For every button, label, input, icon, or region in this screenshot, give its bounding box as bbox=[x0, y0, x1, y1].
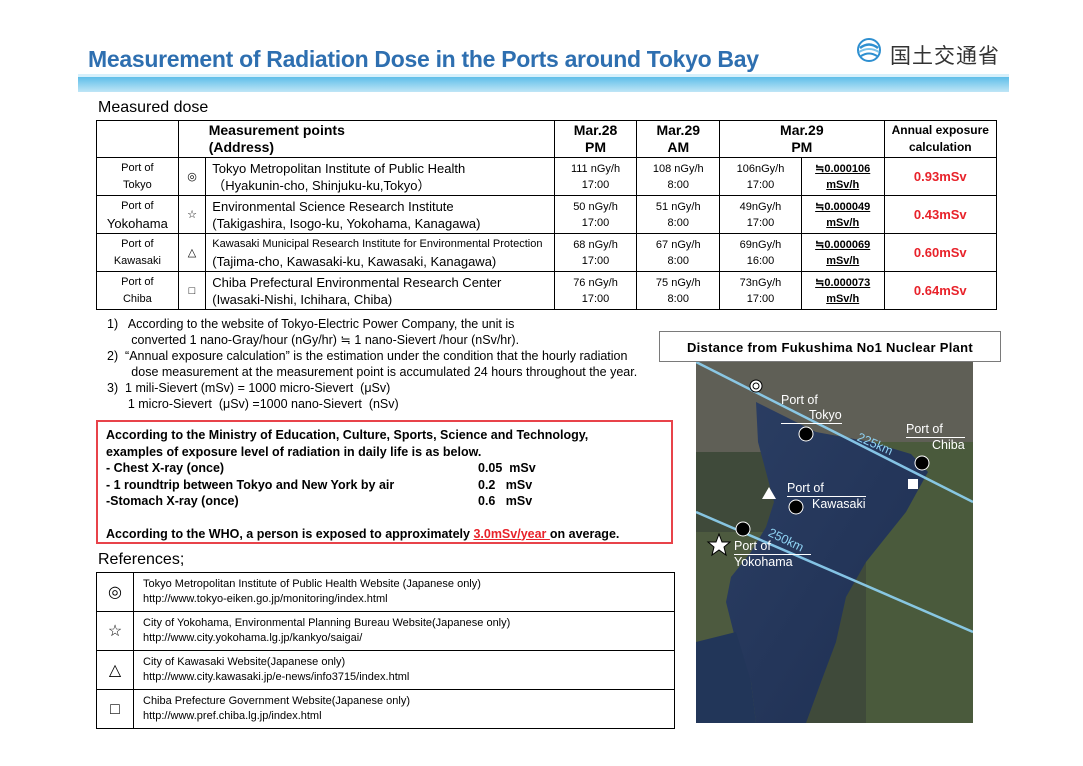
table-row: Port of Tokyo ◎ Tokyo Metropolitan Instit… bbox=[96, 157, 998, 196]
annual-exposure-value: 0.60mSv bbox=[883, 233, 998, 272]
footnote-line: converted 1 nano-Gray/hour (nGy/hr) ≒ 1 … bbox=[107, 333, 520, 347]
references-table: ◎ Tokyo Metropolitan Institute of Public… bbox=[96, 572, 675, 729]
footnote-line: 1 micro-Sievert (μSv) =1000 nano-Sievert… bbox=[107, 397, 399, 411]
map-caption: Distance from Fukushima No1 Nuclear Plan… bbox=[659, 331, 1001, 362]
mar29-am-value: 108 nGy/h 8:00 bbox=[636, 157, 721, 196]
table-row: Port of Chiba □ Chiba Prefectural Environ… bbox=[96, 271, 998, 310]
reference-name: Chiba Prefecture Government Website(Japa… bbox=[143, 695, 410, 707]
annual-exposure-value: 0.64mSv bbox=[883, 271, 998, 310]
header-mar29-pm: Mar.29 PM bbox=[719, 120, 885, 158]
double-circle-icon: ◎ bbox=[96, 572, 134, 612]
mar28-value: 76 nGy/h 17:00 bbox=[553, 271, 638, 310]
triangle-icon: △ bbox=[177, 233, 207, 272]
ministry-logo-text: 国土交通省 bbox=[890, 44, 1000, 68]
port-name: Port of Tokyo bbox=[96, 157, 179, 196]
map-label-tokyo: Port of Tokyo bbox=[781, 393, 842, 424]
msv-per-hour-value: ≒0.000069 mSv/h bbox=[800, 233, 885, 272]
reference-link[interactable]: http://www.pref.chiba.lg.jp/index.html bbox=[143, 709, 673, 724]
institute-address: Environmental Science Research Institute… bbox=[205, 195, 555, 234]
double-circle-icon: ◎ bbox=[177, 157, 207, 196]
msv-per-hour-value: ≒0.000106 mSv/h bbox=[800, 157, 885, 196]
exposure-example-row: -Stomach X-ray (once) 0.6 mSv bbox=[106, 494, 533, 508]
mar29-pm-value: 106nGy/h 17:00 bbox=[719, 157, 802, 196]
msv-per-hour-value: ≒0.000073 mSv/h bbox=[800, 271, 885, 310]
msv-per-hour-value: ≒0.000049 mSv/h bbox=[800, 195, 885, 234]
map-label-chiba: Port of Chiba bbox=[906, 422, 965, 452]
table-row: Port of Kawasaki △ Kawasaki Municipal Res… bbox=[96, 233, 998, 272]
who-statement: According to the WHO, a person is expose… bbox=[106, 526, 620, 541]
mar28-value: 50 nGy/h 17:00 bbox=[553, 195, 638, 234]
reference-link[interactable]: http://www.tokyo-eiken.go.jp/monitoring/… bbox=[143, 592, 673, 607]
who-annual-value: 3.0mSv/year bbox=[473, 526, 550, 541]
reference-name: Tokyo Metropolitan Institute of Public H… bbox=[143, 578, 481, 590]
reference-row: □ Chiba Prefecture Government Website(Ja… bbox=[96, 689, 675, 729]
mar29-pm-value: 49nGy/h 17:00 bbox=[719, 195, 802, 234]
reference-row: ◎ Tokyo Metropolitan Institute of Public… bbox=[96, 572, 675, 612]
header-port-blank bbox=[96, 120, 179, 158]
table-header-row: Measurement points (Address) Mar.28 PM M… bbox=[96, 120, 998, 158]
footnote-line: 1) According to the website of Tokyo-Ele… bbox=[107, 317, 515, 331]
mar29-am-value: 67 nGy/h 8:00 bbox=[636, 233, 721, 272]
info-intro-line: According to the Ministry of Education, … bbox=[106, 428, 589, 442]
institute-address: Kawasaki Municipal Research Institute fo… bbox=[205, 233, 555, 272]
reference-row: △ City of Kawasaki Website(Japanese only… bbox=[96, 650, 675, 690]
info-intro-line: examples of exposure level of radiation … bbox=[106, 444, 482, 459]
star-icon: ☆ bbox=[177, 195, 207, 234]
reference-row: ☆ City of Yokohama, Environmental Planni… bbox=[96, 611, 675, 651]
footnotes: 1) According to the website of Tokyo-Ele… bbox=[107, 316, 667, 412]
header-measurement-points: Measurement points (Address) bbox=[177, 120, 555, 158]
triangle-icon: △ bbox=[96, 650, 134, 690]
ministry-logo-icon bbox=[857, 38, 881, 62]
header-band bbox=[78, 74, 1009, 92]
page-title: Measurement of Radiation Dose in the Por… bbox=[88, 46, 759, 72]
header-mar29-am: Mar.29 AM bbox=[636, 120, 721, 158]
table-row: Port of Yokohama ☆ Environmental Science … bbox=[96, 195, 998, 234]
mar29-am-value: 51 nGy/h 8:00 bbox=[636, 195, 721, 234]
measured-dose-heading: Measured dose bbox=[98, 99, 209, 116]
header-annual-exposure: Annual exposure calculation bbox=[883, 120, 998, 158]
exposure-example-row: - 1 roundtrip between Tokyo and New York… bbox=[106, 477, 533, 492]
footnote-line: 3) 1 mili-Sievert (mSv) = 1000 micro-Sie… bbox=[107, 381, 391, 395]
footnote-line: dose measurement at the measurement poin… bbox=[107, 365, 638, 379]
exposure-example-row: - Chest X-ray (once) 0.05 mSv bbox=[106, 461, 536, 475]
institute-address: Tokyo Metropolitan Institute of Public H… bbox=[205, 157, 555, 196]
mar29-pm-value: 73nGy/h 17:00 bbox=[719, 271, 802, 310]
port-name: Port of Yokohama bbox=[96, 195, 179, 234]
mar29-am-value: 75 nGy/h 8:00 bbox=[636, 271, 721, 310]
reference-link[interactable]: http://www.city.yokohama.lg.jp/kankyo/sa… bbox=[143, 631, 673, 646]
measured-dose-table: Measurement points (Address) Mar.28 PM M… bbox=[96, 120, 998, 310]
port-name: Port of Kawasaki bbox=[96, 233, 179, 272]
square-icon: □ bbox=[96, 689, 134, 729]
annual-exposure-value: 0.93mSv bbox=[883, 157, 998, 196]
annual-exposure-value: 0.43mSv bbox=[883, 195, 998, 234]
reference-name: City of Kawasaki Website(Japanese only) bbox=[143, 656, 346, 668]
mar28-value: 68 nGy/h 17:00 bbox=[553, 233, 638, 272]
footnote-line: 2) “Annual exposure calculation” is the … bbox=[107, 349, 628, 363]
daily-exposure-info-box: According to the Ministry of Education, … bbox=[96, 420, 673, 544]
reference-link[interactable]: http://www.city.kawasaki.jp/e-news/info3… bbox=[143, 670, 673, 685]
mar29-pm-value: 69nGy/h 16:00 bbox=[719, 233, 802, 272]
port-name: Port of Chiba bbox=[96, 271, 179, 310]
reference-name: City of Yokohama, Environmental Planning… bbox=[143, 617, 511, 629]
map-label-kawasaki: Port of Kawasaki bbox=[787, 481, 866, 511]
square-icon: □ bbox=[177, 271, 207, 310]
institute-address: Chiba Prefectural Environmental Research… bbox=[205, 271, 555, 310]
mar28-value: 111 nGy/h 17:00 bbox=[553, 157, 638, 196]
references-heading: References; bbox=[98, 551, 185, 568]
header-mar28: Mar.28 PM bbox=[553, 120, 638, 158]
star-icon: ☆ bbox=[96, 611, 134, 651]
